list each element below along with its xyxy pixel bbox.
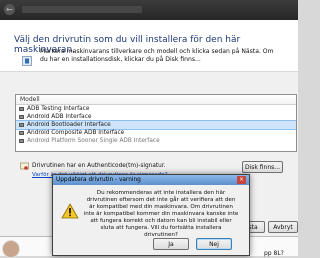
dialog-message: Du rekommenderas att inte installera den… bbox=[83, 190, 239, 238]
dialog-title-bar: Uppdatera drivrutin - varning × bbox=[53, 175, 249, 185]
info-icon bbox=[22, 56, 32, 66]
warning-dialog: Uppdatera drivrutin - varning × Du rekom… bbox=[52, 174, 250, 256]
list-item[interactable]: Android Composite ADB Interface bbox=[16, 129, 296, 137]
signature-status-text: Drivrutinen har en Authenticode(tm)-sign… bbox=[32, 163, 166, 169]
list-item[interactable]: Android Platform Sooner Single ADB Inter… bbox=[16, 137, 296, 145]
device-icon bbox=[19, 131, 24, 135]
list-item[interactable]: Android ADB Interface bbox=[16, 113, 296, 121]
warning-icon bbox=[61, 203, 79, 221]
wizard-instruction: Markera maskinvarans tillverkare och mod… bbox=[40, 48, 274, 63]
close-icon[interactable]: × bbox=[237, 176, 246, 184]
list-header-model[interactable]: Modell bbox=[16, 95, 296, 105]
no-button[interactable]: Nej bbox=[196, 238, 232, 250]
list-item-label: Android ADB Interface bbox=[27, 114, 92, 120]
device-icon bbox=[19, 107, 24, 111]
cancel-button[interactable]: Avbryt bbox=[268, 221, 298, 233]
dialog-title: Uppdatera drivrutin - varning bbox=[56, 177, 141, 183]
device-icon bbox=[19, 123, 24, 127]
list-item[interactable]: ADB Testing Interface bbox=[16, 105, 296, 113]
avatar bbox=[2, 240, 20, 258]
window-title-bar: ← bbox=[0, 0, 298, 20]
model-list[interactable]: Modell ADB Testing Interface Android ADB … bbox=[15, 94, 297, 152]
list-item[interactable]: Android Bootloader Interface bbox=[16, 120, 296, 130]
certificate-icon bbox=[20, 162, 29, 173]
window-title-placeholder bbox=[22, 6, 142, 13]
device-icon bbox=[19, 115, 24, 119]
device-icon bbox=[19, 139, 24, 143]
list-item-label: Android Composite ADB Interface bbox=[27, 130, 125, 136]
list-item-label: Android Platform Sooner Single ADB Inter… bbox=[27, 138, 160, 144]
yes-button[interactable]: Ja bbox=[153, 238, 189, 250]
list-item-label: Android Bootloader Interface bbox=[27, 122, 111, 128]
back-arrow-icon[interactable]: ← bbox=[4, 4, 15, 15]
background-partial-text: pp 8L? bbox=[264, 250, 284, 257]
have-disk-button[interactable]: Disk finns... bbox=[242, 161, 283, 173]
list-item-label: ADB Testing Interface bbox=[27, 106, 90, 112]
